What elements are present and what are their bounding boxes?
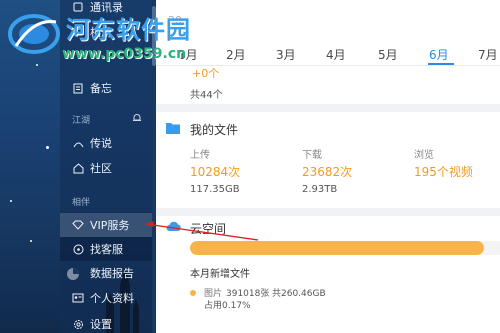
cloud-usage-fill [190, 241, 485, 255]
upload-count: 10284次 [190, 165, 241, 179]
sidebar-item-community[interactable]: 社区 [60, 156, 152, 180]
upload-size: 117.35GB [190, 184, 240, 195]
cloud-icon [166, 221, 181, 231]
watermark-logo-icon [8, 14, 60, 54]
download-size: 2.93TB [302, 184, 338, 195]
tab-month-3[interactable]: 3月 [276, 46, 296, 63]
sidebar-item-legend[interactable]: 传说 [60, 131, 152, 155]
sidebar-item-label: 传说 [90, 137, 112, 150]
summary-total: 共44个 [190, 90, 223, 101]
legend-dot [190, 290, 196, 296]
download-count: 23682次 [302, 165, 353, 179]
section-divider [156, 104, 500, 112]
star-decoration [46, 146, 49, 149]
star-decoration [30, 240, 32, 242]
section-label-related: 相伴 [72, 198, 91, 208]
tab-month-4[interactable]: 4月 [326, 46, 346, 63]
usage-percent: 占用0.17% [204, 301, 251, 311]
community-icon [72, 162, 84, 174]
download-label: 下载 [302, 150, 322, 161]
section-divider [156, 208, 500, 216]
memo-icon [72, 82, 84, 94]
active-tab-underline [428, 63, 454, 65]
monthly-new-files-label: 本月新增文件 [190, 269, 250, 280]
summary-plus-value: +0个 [192, 67, 220, 80]
tab-month-7[interactable]: 7月 [478, 46, 498, 63]
browse-label: 浏览 [414, 150, 434, 161]
my-files-card: 我的文件 上传 10284次 117.35GB 下载 23682次 2.93TB… [156, 112, 500, 208]
sidebar-item-label: 社区 [90, 162, 112, 175]
cloud-space-title: 云空间 [190, 222, 227, 236]
sidebar-item-label: 找客服 [90, 243, 123, 256]
pie-chart-icon [72, 267, 84, 279]
service-icon [72, 243, 84, 255]
star-decoration [36, 64, 38, 66]
tab-month-5[interactable]: 5月 [378, 46, 398, 63]
sidebar-item-vip[interactable]: VIP服务 [60, 213, 152, 237]
browse-count: 195个视频 [414, 165, 473, 179]
sidebar-item-label: 备忘 [90, 82, 112, 95]
sidebar-item-label: 个人资料 [90, 292, 134, 305]
watermark-url: www.pc0359.cn [62, 46, 187, 62]
section-label-jianghu: 江湖 [72, 116, 91, 126]
month-tabs: 1月 2月 3月 4月 5月 6月 7月 [156, 36, 500, 66]
star-decoration [10, 200, 12, 202]
main-content: 20 1月 2月 3月 4月 5月 6月 7月 +0个 共44个 我的文件 上传… [156, 0, 500, 333]
sidebar-item-label: 数据报告 [90, 267, 134, 280]
my-files-title: 我的文件 [190, 123, 239, 137]
folder-icon [166, 123, 180, 134]
diamond-icon [72, 219, 84, 231]
tab-month-6[interactable]: 6月 [429, 46, 449, 63]
profile-card-icon [72, 292, 84, 304]
sidebar-item-label: VIP服务 [90, 219, 130, 232]
bell-icon[interactable] [132, 113, 142, 123]
gear-icon [72, 318, 84, 330]
pictures-total: 共260.46GB [272, 289, 326, 299]
upload-label: 上传 [190, 150, 210, 161]
tab-month-2[interactable]: 2月 [226, 46, 246, 63]
sidebar-item-label: 设置 [90, 318, 112, 331]
sidebar-item-memo[interactable]: 备忘 [60, 76, 152, 100]
cloud-usage-bar [190, 241, 500, 255]
legend-icon [72, 137, 84, 149]
sidebar-item-settings[interactable]: 设置 [60, 312, 152, 333]
sidebar-item-profile[interactable]: 个人资料 [60, 286, 152, 310]
watermark-title: 河东软件园 [66, 16, 191, 44]
sidebar-item-customer-service[interactable]: 找客服 [60, 237, 152, 261]
sidebar-item-data-report[interactable]: 数据报告 [60, 261, 152, 285]
